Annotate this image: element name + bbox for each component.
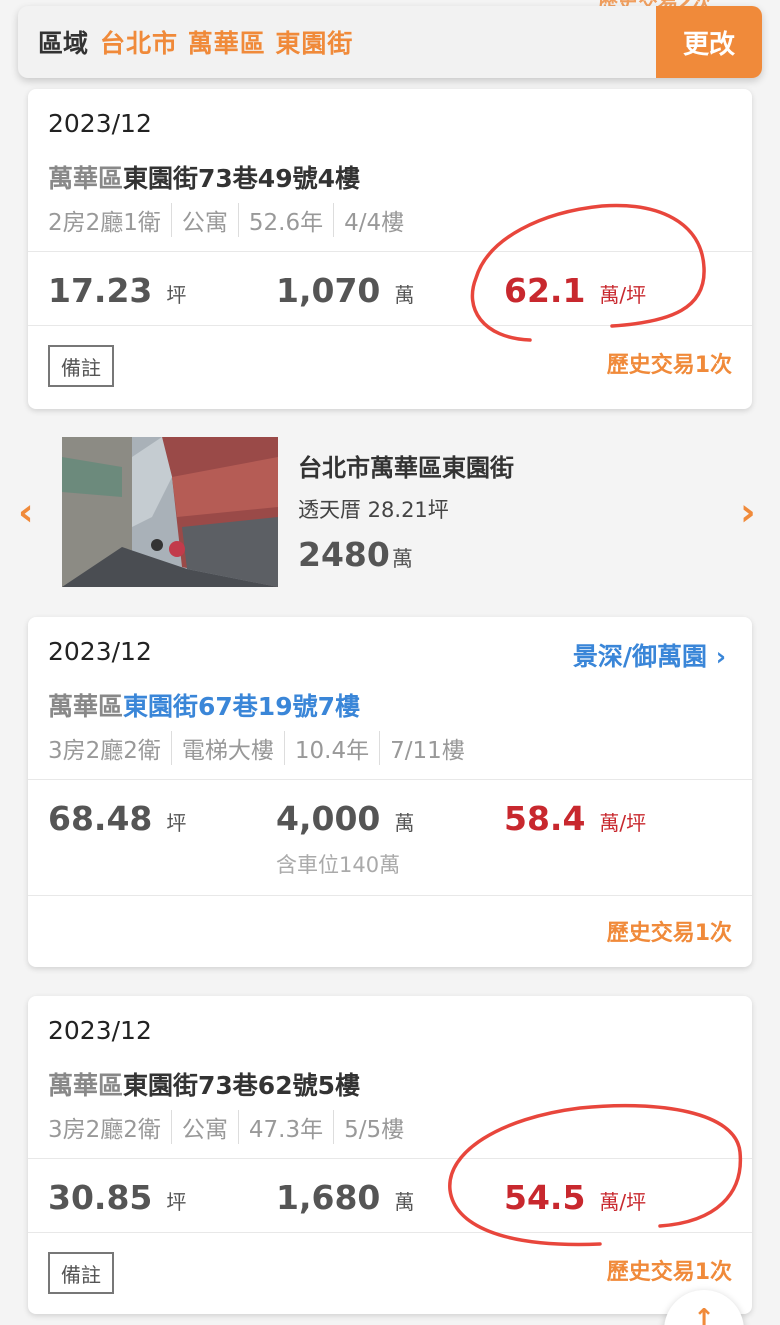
unit-price-unit: 萬/坪 <box>599 283 647 307</box>
region-value[interactable]: 台北市 萬華區 東園街 <box>100 24 353 60</box>
total-price-stat: 1,070 萬 <box>276 271 414 310</box>
address-street[interactable]: 東園街67巷19號7樓 <box>123 692 360 721</box>
region-filter-bar: 區域 台北市 萬華區 東園街 更改 <box>18 6 762 78</box>
area-value: 17.23 <box>48 271 153 310</box>
property-meta: 2房2廳1衛 公寓 52.6年 4/4樓 <box>48 203 414 237</box>
floor: 5/5樓 <box>333 1110 414 1144</box>
note-button[interactable]: 備註 <box>48 1252 114 1294</box>
history-transactions-link[interactable]: 歷史交易1次 <box>607 347 732 379</box>
address-district: 萬華區 <box>48 692 124 721</box>
building-age: 52.6年 <box>237 203 333 237</box>
total-price-unit: 萬 <box>394 283 415 307</box>
total-price-unit: 萬 <box>394 811 415 835</box>
property-meta: 3房2廳2衛 公寓 47.3年 5/5樓 <box>48 1110 414 1144</box>
chevron-right-icon[interactable]: › <box>740 490 756 534</box>
layout: 3房2廳2衛 <box>48 1117 161 1143</box>
building-age: 47.3年 <box>237 1110 333 1144</box>
transaction-address[interactable]: 萬華區東園街67巷19號7樓 <box>48 687 360 723</box>
listing-price-value: 2480 <box>298 535 390 574</box>
unit-price-value: 62.1 <box>504 271 586 310</box>
transaction-date: 2023/12 <box>48 109 152 138</box>
listing-title[interactable]: 台北市萬華區東園街 <box>298 448 514 483</box>
chevron-left-icon[interactable]: ‹ <box>18 490 34 534</box>
transaction-address: 萬華區東園街73巷62號5樓 <box>48 1066 360 1102</box>
address-district: 萬華區 <box>48 1071 124 1100</box>
total-price-stat: 1,680 萬 <box>276 1178 414 1217</box>
area-value: 30.85 <box>48 1178 153 1217</box>
floor: 4/4樓 <box>333 203 414 237</box>
building-type: 公寓 <box>170 203 238 237</box>
listing-price-unit: 萬 <box>391 547 413 571</box>
building-type: 公寓 <box>170 1110 238 1144</box>
listing-subtitle: 透天厝 28.21坪 <box>298 498 449 522</box>
unit-price-unit: 萬/坪 <box>599 811 647 835</box>
unit-price-stat: 54.5 萬/坪 <box>504 1178 646 1217</box>
unit-price-value: 54.5 <box>504 1178 586 1217</box>
transaction-card[interactable]: 2023/12 萬華區東園街73巷49號4樓 2房2廳1衛 公寓 52.6年 4… <box>28 89 752 409</box>
change-region-button[interactable]: 更改 <box>656 6 762 78</box>
arrow-up-icon: ↑ <box>693 1304 715 1325</box>
unit-price-value: 58.4 <box>504 799 586 838</box>
unit-price-stat: 58.4 萬/坪 <box>504 799 646 838</box>
total-price-unit: 萬 <box>394 1190 415 1214</box>
divider <box>28 1232 752 1233</box>
area-value: 68.48 <box>48 799 153 838</box>
transaction-card[interactable]: 2023/12 景深/御萬園 › 萬華區東園街67巷19號7樓 3房2廳2衛 電… <box>28 617 752 967</box>
divider <box>28 251 752 252</box>
divider <box>28 325 752 326</box>
divider <box>28 895 752 896</box>
divider <box>28 1158 752 1159</box>
floor: 7/11樓 <box>379 731 475 765</box>
transaction-date: 2023/12 <box>48 1016 152 1045</box>
address-street: 東園街73巷49號4樓 <box>123 164 360 193</box>
building-age: 10.4年 <box>283 731 379 765</box>
history-transactions-link[interactable]: 歷史交易1次 <box>607 915 732 947</box>
transaction-date: 2023/12 <box>48 637 152 666</box>
total-price-value: 1,680 <box>276 1178 381 1217</box>
property-meta: 3房2廳2衛 電梯大樓 10.4年 7/11樓 <box>48 731 475 765</box>
history-transactions-link[interactable]: 歷史交易1次 <box>607 1254 732 1286</box>
layout: 3房2廳2衛 <box>48 738 161 764</box>
unit-price-stat: 62.1 萬/坪 <box>504 271 646 310</box>
transaction-address: 萬華區東園街73巷49號4樓 <box>48 159 360 195</box>
community-link[interactable]: 景深/御萬園 › <box>573 637 726 673</box>
transaction-card[interactable]: 2023/12 萬華區東園街73巷62號5樓 3房2廳2衛 公寓 47.3年 5… <box>28 996 752 1314</box>
region-label: 區域 <box>38 29 89 58</box>
address-district: 萬華區 <box>48 164 124 193</box>
recommended-listing[interactable]: ‹ 台北市萬華區東園街 透天厝 28.21坪 2480 萬 › <box>0 420 780 610</box>
address-street: 東園街73巷62號5樓 <box>123 1071 360 1100</box>
building-type: 電梯大樓 <box>170 731 284 765</box>
unit-price-unit: 萬/坪 <box>599 1190 647 1214</box>
total-price-stat: 4,000 萬 <box>276 799 414 838</box>
note-button[interactable]: 備註 <box>48 345 114 387</box>
divider <box>28 779 752 780</box>
area-stat: 17.23 坪 <box>48 271 186 310</box>
area-unit: 坪 <box>166 283 187 307</box>
area-stat: 68.48 坪 <box>48 799 186 838</box>
listing-price: 2480 萬 <box>298 535 413 574</box>
total-price-value: 1,070 <box>276 271 381 310</box>
layout: 2房2廳1衛 <box>48 210 161 236</box>
listing-photo[interactable] <box>62 437 278 587</box>
area-unit: 坪 <box>166 811 187 835</box>
area-stat: 30.85 坪 <box>48 1178 186 1217</box>
area-unit: 坪 <box>166 1190 187 1214</box>
street-photo-image <box>62 437 278 587</box>
total-price-value: 4,000 <box>276 799 381 838</box>
parking-note: 含車位140萬 <box>276 853 401 877</box>
